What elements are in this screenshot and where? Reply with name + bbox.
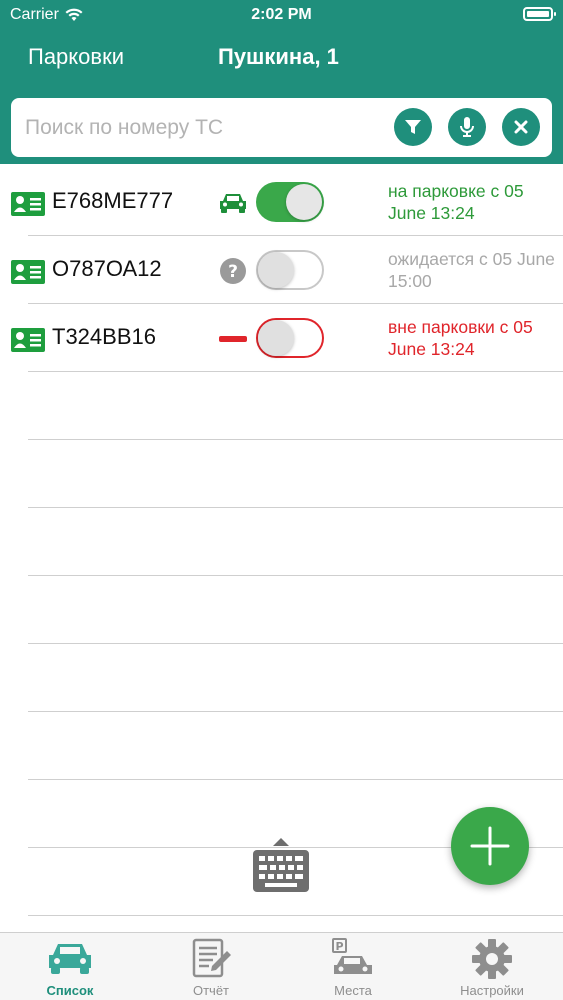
minus-icon <box>219 336 247 342</box>
parking-toggle[interactable] <box>256 250 324 290</box>
back-button[interactable]: Парковки <box>28 44 124 70</box>
question-icon: ? <box>220 258 246 284</box>
parking-toggle[interactable] <box>256 182 324 222</box>
plate-number: Т324ВВ16 <box>52 324 156 349</box>
search-bar <box>11 98 552 157</box>
status-indicator <box>218 188 248 218</box>
tab-label: Места <box>334 983 372 998</box>
filter-icon <box>405 120 421 134</box>
voice-search-button[interactable] <box>448 108 486 146</box>
status-text: на парковке с 05 June 13:24 <box>388 181 524 223</box>
parking-toggle[interactable] <box>256 318 324 358</box>
plate-number: Е768МЕ777 <box>52 188 174 213</box>
id-card-icon <box>11 260 45 284</box>
tab-label: Отчёт <box>192 983 230 998</box>
status-text: вне парковки с 05 June 13:24 <box>388 317 533 359</box>
keyboard-button[interactable] <box>252 836 310 899</box>
report-icon <box>192 938 231 978</box>
car-icon <box>49 944 91 974</box>
microphone-icon <box>460 117 474 137</box>
tab-places[interactable]: P Места <box>283 933 423 1000</box>
status-text: ожидается с 05 June 15:00 <box>388 249 555 291</box>
empty-row <box>0 644 563 712</box>
empty-row <box>0 440 563 508</box>
close-icon <box>514 120 528 134</box>
status-indicator: ? <box>218 256 248 286</box>
status-bar: Carrier 2:02 PM <box>0 0 563 30</box>
parking-icon: P <box>332 938 372 974</box>
page-title: Пушкина, 1 <box>218 44 339 69</box>
toggle-knob <box>258 252 294 288</box>
app-screen: Carrier 2:02 PM Парковки Пушкина, 1 Поис… <box>0 0 563 1000</box>
empty-row <box>0 372 563 440</box>
table-row[interactable]: Т324ВВ16 вне парковки с 05 June 13:24 <box>0 304 563 372</box>
plate-number: О787ОА12 <box>52 256 162 281</box>
gear-icon <box>472 939 512 979</box>
status-indicator <box>218 324 248 354</box>
battery-icon <box>523 7 556 21</box>
table-row[interactable]: О787ОА12 ? ожидается с 05 June 15:00 <box>0 236 563 304</box>
divider <box>28 915 563 916</box>
svg-text:?: ? <box>228 262 238 282</box>
tab-settings[interactable]: Настройки <box>422 933 562 1000</box>
toggle-knob <box>258 320 294 356</box>
vehicle-list: Е768МЕ777 на парковке с 05 June 13:24 О7… <box>0 168 563 916</box>
svg-text:P: P <box>335 940 343 953</box>
clock: 2:02 PM <box>251 6 312 23</box>
search-input[interactable] <box>23 110 387 146</box>
header: Carrier 2:02 PM Парковки Пушкина, 1 <box>0 0 563 164</box>
filter-button[interactable] <box>394 108 432 146</box>
empty-row <box>0 712 563 780</box>
tab-report[interactable]: Отчёт <box>141 933 281 1000</box>
empty-row <box>0 508 563 576</box>
empty-row <box>0 576 563 644</box>
tab-list[interactable]: Список <box>0 933 140 1000</box>
keyboard-icon <box>253 838 309 892</box>
plus-icon <box>470 826 510 866</box>
car-icon <box>220 194 246 213</box>
id-card-icon <box>11 328 45 352</box>
table-row[interactable]: Е768МЕ777 на парковке с 05 June 13:24 <box>0 168 563 236</box>
tab-bar: Список Отчёт P Места Настройки <box>0 932 563 1000</box>
toggle-knob <box>286 184 322 220</box>
tab-label: Список <box>46 983 94 998</box>
clear-search-button[interactable] <box>502 108 540 146</box>
add-vehicle-button[interactable] <box>451 807 529 885</box>
tab-label: Настройки <box>460 983 524 998</box>
id-card-icon <box>11 192 45 216</box>
